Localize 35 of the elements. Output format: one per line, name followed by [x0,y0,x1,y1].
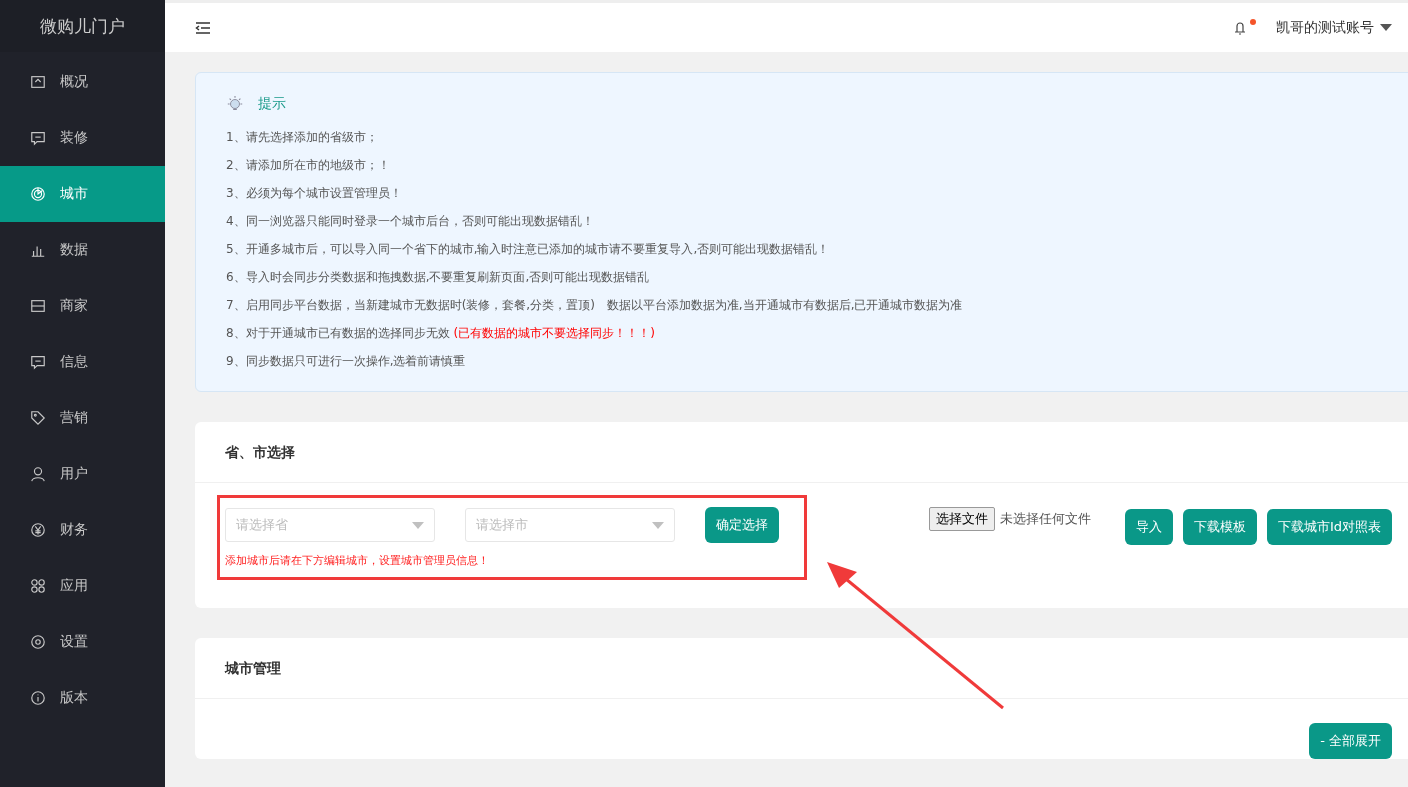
tips-title: 提示 [258,95,286,113]
expand-all-button[interactable]: - 全部展开 [1309,723,1392,759]
sidebar-menu-item[interactable]: 概况 [0,54,165,110]
sidebar-menu-item[interactable]: 用户 [0,446,165,502]
confirm-button[interactable]: 确定选择 [705,507,779,543]
tip-text: 3、必须为每个城市设置管理员！ [226,185,403,202]
tip-text: 8、对于开通城市已有数据的选择同步无效 (已有数据的城市不要选择同步！！！) [226,325,656,342]
tip-text: 6、导入时会同步分类数据和拖拽数据,不要重复刷新页面,否则可能出现数据错乱 [226,269,651,286]
sidebar-menu-item[interactable]: 营销 [0,390,165,446]
tip-text: 5、开通多城市后，可以导入同一个省下的城市,输入时注意已添加的城市请不要重复导入,否则可能出现数据错乱！ [226,241,831,258]
section-title: 城市管理 [195,638,1408,699]
account-menu[interactable]: 凯哥的测试账号 [1276,18,1392,37]
app-logo: 微购儿门户 [0,0,165,52]
action-button[interactable]: 下载城市Id对照表 [1266,509,1392,545]
sidebar-menu-item[interactable]: 数据 [0,222,165,278]
sidebar-menu-item[interactable]: 设置 [0,614,165,670]
sidebar-menu-item[interactable]: 信息 [0,334,165,390]
action-button[interactable]: 下载模板 [1182,509,1257,545]
sidebar-menu-item[interactable]: 应用 [0,558,165,614]
sidebar-menu-item[interactable]: 版本 [0,670,165,726]
sidebar-menu-item[interactable]: 城市 [0,166,165,222]
notice-text: 添加城市后请在下方编辑城市，设置城市管理员信息！ [225,553,490,568]
tip-text: 9、同步数据只可进行一次操作,选着前请慎重 [226,353,467,370]
file-status: 未选择任何文件 [999,510,1091,528]
warning-text: (已有数据的城市不要选择同步！！！) [453,326,655,340]
tip-text: 2、请添加所在市的地级市；！ [226,157,391,174]
action-button[interactable]: 导入 [1124,509,1173,545]
sidebar-menu-item[interactable]: 商家 [0,278,165,334]
tip-text: 4、同一浏览器只能同时登录一个城市后台，否则可能出现数据错乱！ [226,213,595,230]
section-title: 省、市选择 [195,422,1408,483]
tip-text: 1、请先选择添加的省级市； [226,129,379,146]
tip-text: 7、启用同步平台数据，当新建城市无数据时(装修，套餐,分类，置顶) 数据以平台添加数据为准,当开通城市有数据后,已开通城市数据为准 [226,297,964,314]
choose-file-button[interactable]: 选择文件 [928,507,995,531]
sidebar-menu-item[interactable]: 装修 [0,110,165,166]
sidebar-menu-item[interactable]: 财务 [0,502,165,558]
